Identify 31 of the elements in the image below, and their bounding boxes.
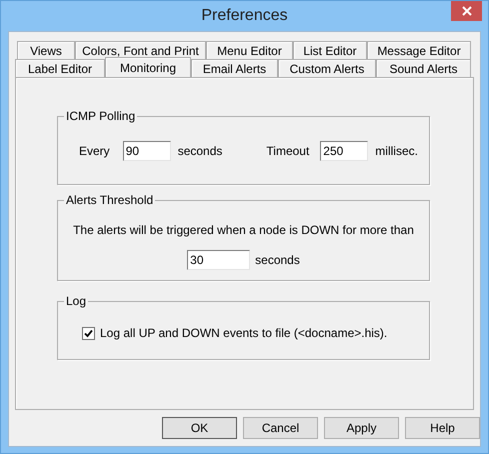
group-title: Log bbox=[64, 294, 88, 308]
tab[interactable]: List Editor bbox=[293, 41, 367, 59]
dialog-button[interactable]: Apply bbox=[324, 417, 399, 439]
every-label: Every bbox=[79, 143, 110, 160]
seconds-label: seconds bbox=[178, 143, 222, 160]
threshold-message: The alerts will be triggered when a node is DOWN for more than bbox=[73, 222, 414, 239]
tab[interactable]: Email Alerts bbox=[191, 59, 278, 77]
group-title: ICMP Polling bbox=[64, 109, 138, 123]
dialog-button[interactable]: Help bbox=[405, 417, 480, 439]
tab[interactable]: Menu Editor bbox=[206, 41, 293, 59]
close-icon bbox=[462, 6, 472, 16]
tab[interactable]: Custom Alerts bbox=[278, 59, 376, 77]
tab[interactable]: Monitoring bbox=[105, 57, 191, 77]
tab[interactable]: Message Editor bbox=[367, 41, 471, 59]
log-checkbox-label: Log all UP and DOWN events to file (<docname>.his). bbox=[100, 325, 388, 342]
threshold-input[interactable]: 30 bbox=[187, 250, 250, 270]
tab[interactable]: Colors, Font and Print bbox=[75, 41, 206, 59]
close-button[interactable] bbox=[451, 1, 482, 21]
timeout-label: Timeout bbox=[266, 143, 310, 160]
group-title: Alerts Threshold bbox=[64, 193, 156, 207]
millisec-label: millisec. bbox=[375, 143, 418, 160]
every-input[interactable]: 90 bbox=[122, 141, 171, 161]
dialog-button[interactable]: Cancel bbox=[243, 417, 318, 439]
timeout-input[interactable]: 250 bbox=[320, 141, 368, 161]
window-title: Preferences bbox=[201, 6, 288, 26]
log-checkbox[interactable] bbox=[82, 326, 95, 340]
seconds-label: seconds bbox=[255, 252, 300, 269]
tab[interactable]: Label Editor bbox=[15, 59, 105, 77]
tab[interactable]: Views bbox=[17, 41, 75, 59]
tab[interactable]: Sound Alerts bbox=[376, 59, 471, 77]
dialog-button[interactable]: OK bbox=[162, 417, 237, 439]
